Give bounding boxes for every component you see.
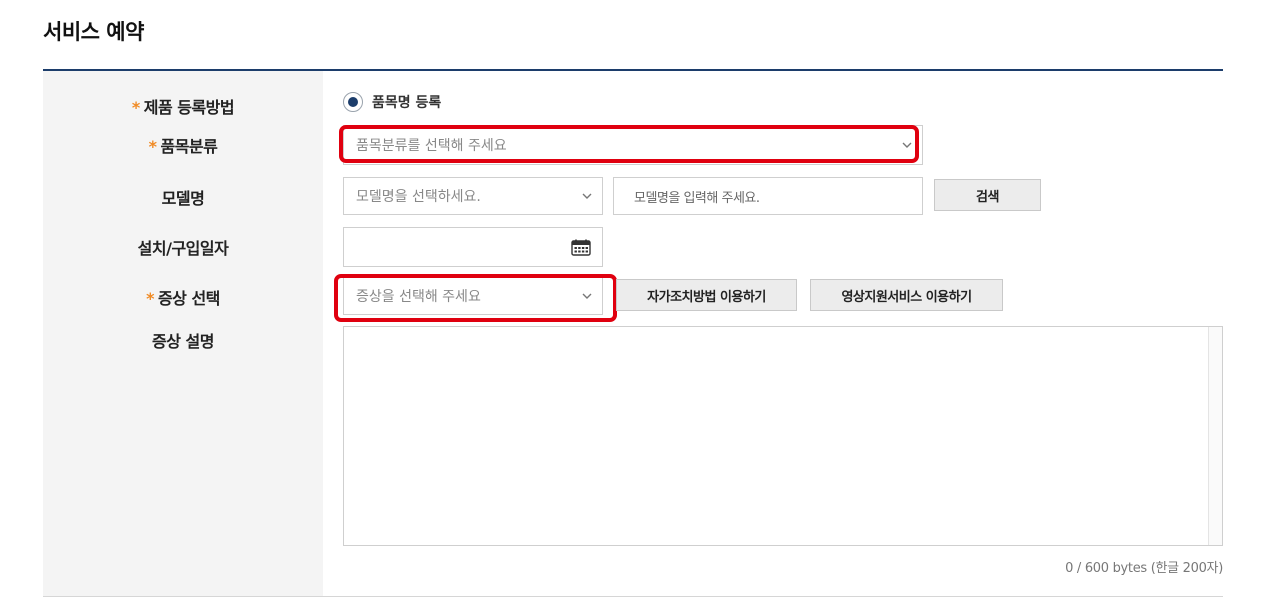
symptom-description-textarea[interactable] xyxy=(343,326,1223,546)
footer-divider xyxy=(43,596,1223,597)
radio-selected-dot xyxy=(348,97,358,107)
label-model: 모델명 xyxy=(161,189,205,208)
label-symptom: * 증상 선택 xyxy=(146,289,220,308)
model-input-placeholder: 모델명을 입력해 주세요. xyxy=(634,190,760,206)
chevron-down-icon xyxy=(902,142,912,148)
category-select[interactable]: 품목분류를 선택해 주세요 xyxy=(343,125,923,165)
label-symptom-description: 증상 설명 xyxy=(152,332,214,351)
label-registration-method: * 제품 등록방법 xyxy=(131,98,235,117)
required-mark: * xyxy=(148,137,157,156)
textarea-scrollbar[interactable] xyxy=(1208,327,1222,545)
video-support-button[interactable]: 영상지원서비스 이용하기 xyxy=(810,279,1003,311)
install-date-input[interactable] xyxy=(343,227,603,267)
required-mark: * xyxy=(146,289,154,308)
model-input[interactable]: 모델명을 입력해 주세요. xyxy=(613,177,923,215)
radio-button[interactable] xyxy=(343,92,363,112)
calendar-icon[interactable] xyxy=(571,239,591,260)
self-fix-button[interactable]: 자가조치방법 이용하기 xyxy=(616,279,797,311)
category-select-placeholder: 품목분류를 선택해 주세요 xyxy=(356,138,507,154)
required-mark: * xyxy=(131,98,140,117)
registration-radio-item-name[interactable]: 품목명 등록 xyxy=(343,92,441,112)
symptom-select-placeholder: 증상을 선택해 주세요 xyxy=(356,289,481,305)
label-category: * 품목분류 xyxy=(148,137,218,156)
chevron-down-icon xyxy=(582,193,592,199)
page-title: 서비스 예약 xyxy=(43,20,144,44)
label-install-date: 설치/구입일자 xyxy=(137,239,229,258)
radio-label: 품목명 등록 xyxy=(372,95,442,111)
model-select[interactable]: 모델명을 선택하세요. xyxy=(343,177,603,215)
model-select-placeholder: 모델명을 선택하세요. xyxy=(356,189,481,205)
byte-counter: 0 / 600 bytes (한글 200자) xyxy=(1065,561,1223,576)
chevron-down-icon xyxy=(582,293,592,299)
search-button[interactable]: 검색 xyxy=(934,179,1041,211)
symptom-select[interactable]: 증상을 선택해 주세요 xyxy=(343,277,603,315)
